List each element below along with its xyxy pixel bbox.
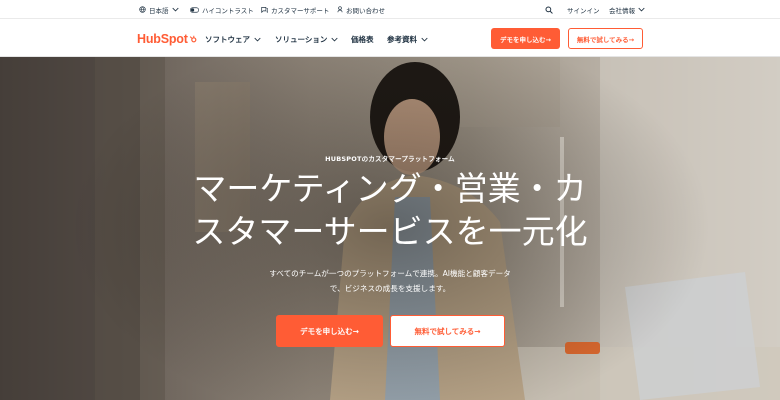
contact-icon xyxy=(337,6,343,13)
free-trial-button-nav[interactable]: 無料で試してみる→ xyxy=(568,28,643,49)
company-label: 会社情報 xyxy=(609,6,635,15)
high-contrast-label: ハイコントラスト xyxy=(202,6,254,15)
hero-headline: マーケティング・営業・カ スタマーサービスを一元化 xyxy=(150,167,630,253)
demo-button-hero[interactable]: デモを申し込む→ xyxy=(276,315,383,347)
hero-subtext-line-2: で、ビジネスの成長を支援します。 xyxy=(329,284,451,293)
chevron-down-icon xyxy=(171,7,179,12)
hero-headline-line-2: スタマーサービスを一元化 xyxy=(192,212,588,251)
contrast-toggle-icon xyxy=(190,6,199,13)
language-label: 日本語 xyxy=(149,6,169,15)
sprocket-icon xyxy=(189,35,197,43)
hero-headline-line-1: マーケティング・営業・カ xyxy=(193,169,587,208)
demo-button-nav[interactable]: デモを申し込む→ xyxy=(491,28,560,49)
contact-label: お問い合わせ xyxy=(346,6,385,15)
nav-solutions-label: ソリューション xyxy=(275,34,328,44)
search-button[interactable] xyxy=(545,3,556,16)
nav-pricing[interactable]: 価格表 xyxy=(351,31,374,47)
high-contrast-toggle[interactable]: ハイコントラスト xyxy=(190,3,254,16)
signin-link[interactable]: サインイン xyxy=(567,3,600,16)
logo-text: HubSpot xyxy=(137,32,188,46)
hero-eyebrow: HUBSPOTのカスタマープラットフォーム xyxy=(325,155,455,163)
support-label: カスタマーサポート xyxy=(271,6,330,15)
hero-subtext-line-1: すべてのチームが一つのプラットフォームで連携。AI機能と顧客データ xyxy=(269,269,511,278)
nav-pricing-label: 価格表 xyxy=(351,34,374,44)
language-selector[interactable]: 日本語 xyxy=(139,3,179,16)
support-icon xyxy=(261,7,268,13)
chevron-down-icon xyxy=(331,37,338,42)
nav-solutions[interactable]: ソリューション xyxy=(275,31,338,47)
main-nav: HubSpot ソフトウェア ソリューション 価格表 参考資料 デモを申し込む→… xyxy=(0,19,780,57)
chevron-down-icon xyxy=(421,37,428,42)
free-trial-button-hero[interactable]: 無料で試してみる→ xyxy=(390,315,505,347)
chevron-down-icon xyxy=(638,7,645,12)
globe-icon xyxy=(139,6,146,13)
search-icon xyxy=(545,5,553,14)
nav-software[interactable]: ソフトウェア xyxy=(205,31,261,47)
hero-subtext: すべてのチームが一つのプラットフォームで連携。AI機能と顧客データ で、ビジネス… xyxy=(240,266,540,296)
support-link[interactable]: カスタマーサポート xyxy=(261,3,329,16)
nav-resources[interactable]: 参考資料 xyxy=(387,31,428,47)
utility-bar: 日本語 ハイコントラスト カスタマーサポート お問い合わせ サインイン 会社情報 xyxy=(0,0,780,19)
signin-label: サインイン xyxy=(567,6,600,15)
nav-software-label: ソフトウェア xyxy=(205,34,250,44)
nav-resources-label: 参考資料 xyxy=(387,34,417,44)
company-menu[interactable]: 会社情報 xyxy=(609,3,645,16)
hero-section: HUBSPOTのカスタマープラットフォーム マーケティング・営業・カ スタマーサ… xyxy=(0,57,780,400)
hubspot-logo[interactable]: HubSpot xyxy=(137,31,197,47)
chevron-down-icon xyxy=(254,37,261,42)
contact-link[interactable]: お問い合わせ xyxy=(337,3,385,16)
